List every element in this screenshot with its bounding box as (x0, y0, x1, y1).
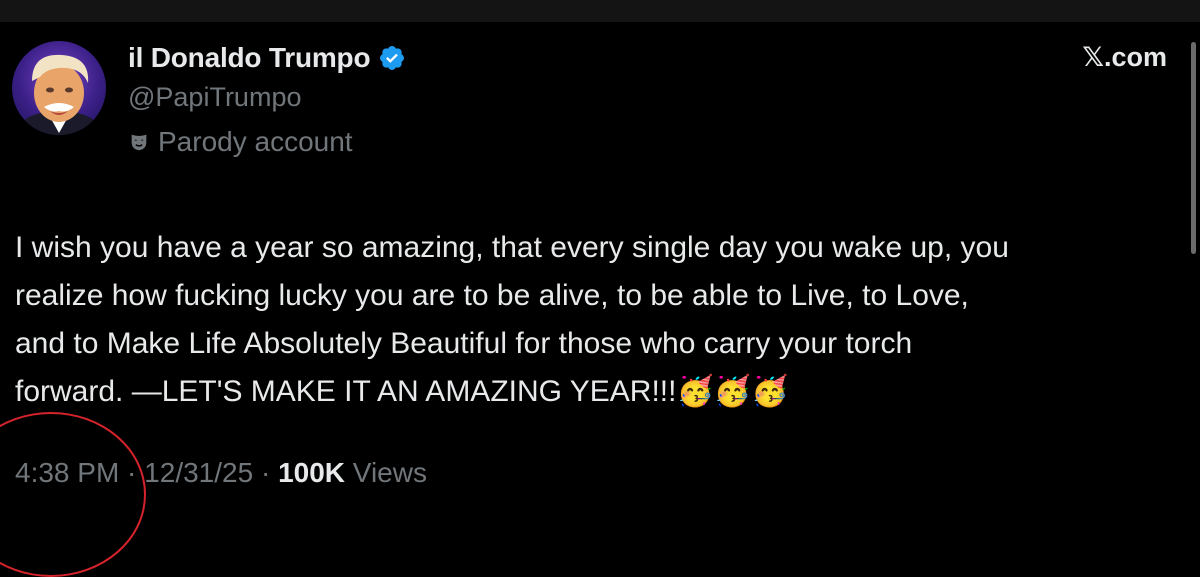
avatar[interactable] (12, 41, 106, 135)
top-bar (0, 0, 1200, 22)
views-label: Views (345, 457, 427, 488)
parody-label-row: Parody account (128, 126, 353, 158)
tweet-date[interactable]: 12/31/25 (144, 457, 253, 489)
red-annotation-circle (0, 412, 146, 577)
display-name[interactable]: il Donaldo Trumpo (128, 42, 371, 74)
views-count[interactable]: 100K (278, 457, 345, 489)
verified-badge-icon (378, 44, 406, 72)
handle[interactable]: @PapiTrumpo (128, 82, 301, 113)
scrollbar-thumb[interactable] (1191, 42, 1196, 254)
tweet-meta: 4:38 PM · 12/31/25 · 100K Views (15, 457, 427, 489)
tweet-time[interactable]: 4:38 PM (15, 457, 119, 489)
tweet-card: il Donaldo Trumpo @PapiTrumpo Parody acc… (0, 22, 1200, 577)
parody-label: Parody account (158, 126, 353, 157)
author-row: il Donaldo Trumpo (128, 40, 406, 76)
avatar-image (19, 54, 99, 135)
meta-separator: · (119, 457, 145, 488)
source-label[interactable]: 𝕏.com (1082, 42, 1167, 73)
theater-mask-icon (128, 131, 150, 153)
meta-separator: · (253, 457, 279, 488)
tweet-text: I wish you have a year so amazing, that … (15, 231, 1009, 408)
